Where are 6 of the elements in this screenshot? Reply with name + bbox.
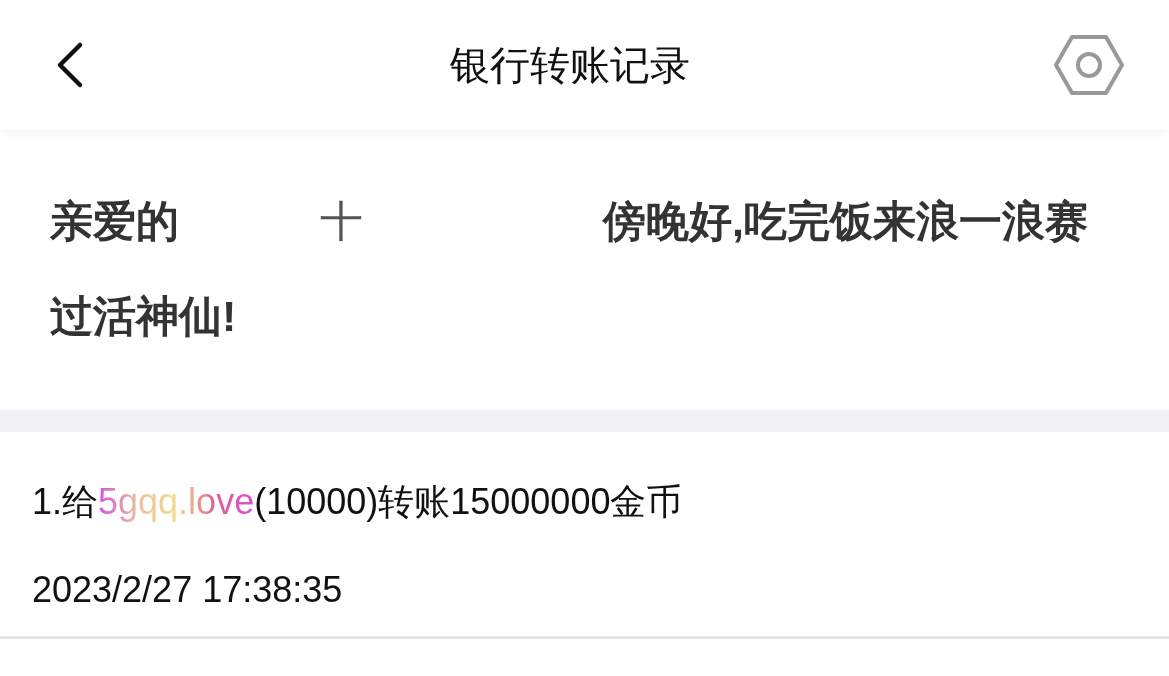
page-title: 银行转账记录 <box>449 41 690 89</box>
notice-message: 亲爱的 十 傍晚好,吃完饭来浪一浪赛过活神仙! <box>49 196 1089 342</box>
transfer-description: 1.给5gqq.love(10000)转账15000000金币 <box>32 480 684 524</box>
settings-button[interactable] <box>1053 33 1125 97</box>
transfer-time: 2023/2/27 17:38:35 <box>32 568 344 612</box>
settings-icon <box>1053 33 1125 97</box>
